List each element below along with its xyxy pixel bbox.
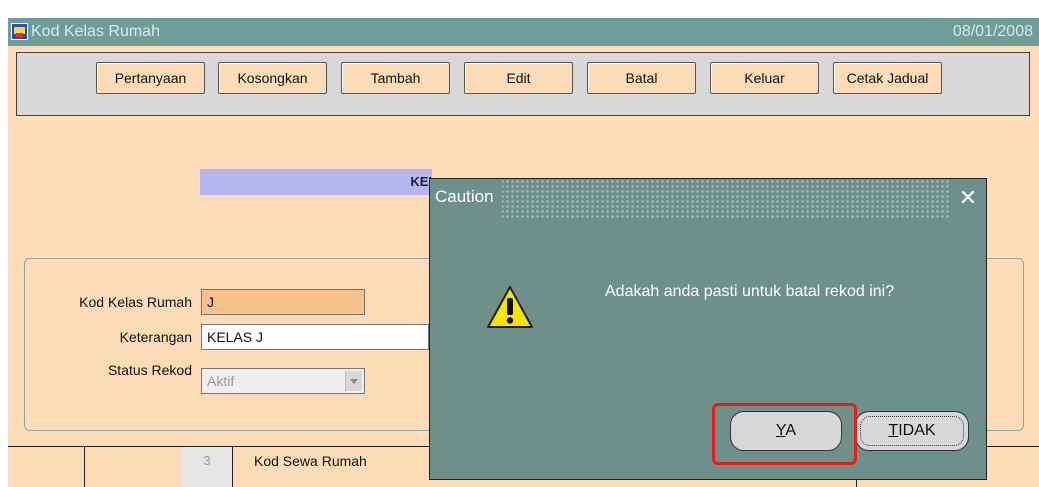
focus-ring — [860, 416, 964, 446]
table-divider — [232, 447, 233, 487]
pertanyaan-button[interactable]: Pertanyaan — [96, 62, 205, 94]
status-rekod-select[interactable]: Aktif — [201, 368, 365, 394]
ya-highlight-box — [712, 403, 857, 465]
form-app-icon — [11, 23, 28, 40]
toolbar: Pertanyaan Kosongkan Tambah Edit Batal K… — [16, 52, 1030, 116]
kod-kelas-label: Kod Kelas Rumah — [79, 294, 192, 310]
dialog-message: Adakah anda pasti untuk batal rekod ini? — [605, 283, 895, 300]
chevron-down-icon[interactable] — [345, 371, 362, 391]
dialog-title: Caution — [430, 179, 502, 219]
tidak-button[interactable]: TIDAK — [855, 411, 969, 451]
edit-button[interactable]: Edit — [464, 62, 573, 94]
batal-button[interactable]: Batal — [587, 62, 696, 94]
table-divider — [84, 447, 85, 487]
keterangan-label: Keterangan — [119, 329, 192, 345]
warning-icon — [487, 286, 533, 328]
window-date: 08/01/2008 — [952, 23, 1033, 40]
caution-dialog: Caution ✕ Adakah anda pasti untuk batal … — [429, 178, 987, 480]
status-rekod-value: Aktif — [207, 373, 235, 389]
table-row-text[interactable]: Kod Sewa Rumah — [254, 453, 367, 469]
status-rekod-label: Status Rekod — [107, 362, 192, 378]
app-window: Kod Kelas Rumah 08/01/2008 Pertanyaan Ko… — [8, 18, 1039, 487]
close-icon[interactable]: ✕ — [950, 179, 986, 219]
window-title: Kod Kelas Rumah — [31, 23, 160, 40]
kod-kelas-field[interactable]: J — [201, 289, 365, 315]
keluar-button[interactable]: Keluar — [710, 62, 819, 94]
kosongkan-button[interactable]: Kosongkan — [218, 62, 327, 94]
table-row-number: 3 — [182, 447, 232, 487]
keterangan-field[interactable]: KELAS J — [201, 324, 429, 350]
dialog-title-bar[interactable]: Caution ✕ — [430, 179, 986, 219]
tambah-button[interactable]: Tambah — [341, 62, 450, 94]
section-heading-bar: KEI — [200, 169, 432, 195]
title-bar: Kod Kelas Rumah 08/01/2008 — [8, 18, 1039, 46]
cetak-jadual-button[interactable]: Cetak Jadual — [833, 62, 942, 94]
